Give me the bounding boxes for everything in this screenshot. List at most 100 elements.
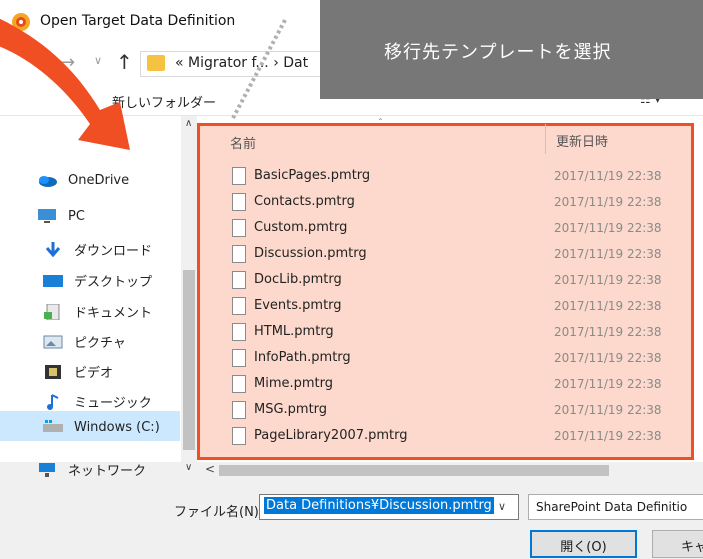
sidebar-item-desktop[interactable]: デスクトップ [42, 271, 152, 290]
sidebar-item-documents[interactable]: ドキュメント [42, 302, 152, 321]
sidebar-item-videos[interactable]: ビデオ [42, 362, 113, 381]
file-icon [232, 323, 246, 341]
file-date: 2017/11/19 22:38 [554, 195, 662, 209]
sidebar-item-label: OneDrive [68, 172, 130, 188]
address-overflow[interactable]: « [175, 55, 184, 71]
sidebar-item-label: ミュージック [74, 396, 152, 411]
file-icon [232, 401, 246, 419]
sidebar-item-windows-c[interactable]: Windows (C:) [42, 419, 160, 435]
breadcrumb-migrator[interactable]: Migrator f... [188, 55, 269, 71]
file-date: 2017/11/19 22:38 [554, 169, 662, 183]
sort-caret-icon: ˆ [378, 118, 383, 129]
file-name: PageLibrary2007.pmtrg [254, 428, 408, 443]
new-folder-button[interactable]: 新しいフォルダー [112, 92, 216, 111]
sidebar-item-onedrive[interactable]: OneDrive [36, 172, 129, 188]
file-name: Custom.pmtrg [254, 220, 348, 235]
address-bar[interactable]: « Migrator f... › Dat [140, 51, 340, 77]
breadcrumb-data[interactable]: Dat [283, 55, 308, 71]
sidebar-item-label: ネットワーク [68, 464, 147, 479]
sidebar-item-pc[interactable]: PC [36, 208, 85, 224]
sidebar-item-label: デスクトップ [74, 275, 153, 290]
cancel-button[interactable]: キャ [652, 530, 703, 558]
file-date: 2017/11/19 22:38 [554, 429, 662, 443]
sidebar-scroll-up-icon[interactable]: ∧ [185, 118, 192, 129]
sidebar-item-label: ピクチャ [74, 336, 126, 351]
file-name: MSG.pmtrg [254, 402, 328, 417]
sidebar-scroll-down-icon[interactable]: ∨ [185, 462, 192, 473]
sidebar-item-label: Windows (C:) [74, 419, 160, 435]
sidebar-item-downloads[interactable]: ダウンロード [42, 240, 152, 259]
file-date: 2017/11/19 22:38 [554, 377, 662, 391]
sidebar-item-pictures[interactable]: ピクチャ [42, 332, 126, 351]
sidebar-scrollbar-thumb[interactable] [183, 270, 195, 450]
column-header-date[interactable]: 更新日時 [556, 131, 608, 150]
desktop-icon [42, 273, 64, 289]
back-arrow-icon[interactable]: ← [30, 52, 45, 73]
file-icon [232, 297, 246, 315]
file-row[interactable]: BasicPages.pmtrg 2017/11/19 22:38 [232, 166, 682, 188]
filename-dropdown-chevron-icon[interactable]: ∨ [498, 500, 506, 513]
file-date: 2017/11/19 22:38 [554, 351, 662, 365]
file-name: InfoPath.pmtrg [254, 350, 351, 365]
column-divider[interactable] [545, 124, 546, 154]
forward-arrow-icon[interactable]: → [60, 52, 75, 73]
file-row[interactable]: Discussion.pmtrg 2017/11/19 22:38 [232, 244, 682, 266]
scroll-left-icon[interactable]: < [205, 462, 215, 476]
network-icon [36, 462, 58, 478]
folder-icon [147, 55, 165, 71]
file-date: 2017/11/19 22:38 [554, 325, 662, 339]
file-name: HTML.pmtrg [254, 324, 334, 339]
breadcrumb-separator: › [273, 55, 279, 71]
recent-locations-chevron-icon[interactable]: ∨ [94, 54, 102, 67]
video-icon [42, 364, 64, 380]
pictures-icon [42, 334, 64, 350]
sidebar-item-label: ビデオ [74, 366, 114, 381]
file-row[interactable]: Contacts.pmtrg 2017/11/19 22:38 [232, 192, 682, 214]
document-icon [42, 303, 64, 320]
file-row[interactable]: InfoPath.pmtrg 2017/11/19 22:38 [232, 348, 682, 370]
filename-value[interactable]: Data Definitions¥Discussion.pmtrg [264, 497, 494, 514]
horizontal-scrollbar-thumb[interactable] [219, 465, 609, 476]
file-date: 2017/11/19 22:38 [554, 247, 662, 261]
file-date: 2017/11/19 22:38 [554, 273, 662, 287]
file-row[interactable]: MSG.pmtrg 2017/11/19 22:38 [232, 400, 682, 422]
horizontal-scrollbar[interactable]: < [197, 462, 703, 479]
annotation-banner: 移行先テンプレートを選択 [320, 0, 703, 99]
filename-input[interactable]: Data Definitions¥Discussion.pmtrg [259, 494, 519, 520]
file-icon [232, 349, 246, 367]
download-arrow-icon [42, 241, 64, 258]
open-button[interactable]: 開く(O) [530, 530, 637, 558]
filetype-select[interactable]: SharePoint Data Definitio [528, 494, 703, 520]
file-name: DocLib.pmtrg [254, 272, 342, 287]
sidebar-item-label: PC [68, 208, 85, 224]
sidebar-item-music[interactable]: ミュージック [42, 392, 152, 411]
sidebar-item-label: ドキュメント [74, 306, 153, 321]
file-name: Events.pmtrg [254, 298, 342, 313]
file-row[interactable]: HTML.pmtrg 2017/11/19 22:38 [232, 322, 682, 344]
file-row[interactable]: PageLibrary2007.pmtrg 2017/11/19 22:38 [232, 426, 682, 448]
file-row[interactable]: Custom.pmtrg 2017/11/19 22:38 [232, 218, 682, 240]
drive-icon [42, 419, 64, 435]
window-title: Open Target Data Definition [40, 13, 236, 29]
file-date: 2017/11/19 22:38 [554, 221, 662, 235]
file-icon [232, 193, 246, 211]
file-name: BasicPages.pmtrg [254, 168, 371, 183]
file-date: 2017/11/19 22:38 [554, 403, 662, 417]
file-icon [232, 375, 246, 393]
file-row[interactable]: DocLib.pmtrg 2017/11/19 22:38 [232, 270, 682, 292]
column-header-name[interactable]: 名前 [230, 133, 256, 152]
sidebar-item-label: ダウンロード [74, 244, 153, 259]
file-name: Contacts.pmtrg [254, 194, 355, 209]
sidebar-item-network[interactable]: ネットワーク [36, 460, 146, 479]
file-row[interactable]: Events.pmtrg 2017/11/19 22:38 [232, 296, 682, 318]
computer-icon [36, 208, 58, 224]
file-icon [232, 427, 246, 445]
file-name: Discussion.pmtrg [254, 246, 367, 261]
filename-label: ファイル名(N): [174, 505, 264, 520]
app-icon [12, 13, 30, 31]
navigation-pane: OneDrive PC ダウンロード デスクトップ ドキュメント ピクチャ ビデ… [0, 116, 197, 479]
file-row[interactable]: Mime.pmtrg 2017/11/19 22:38 [232, 374, 682, 396]
file-icon [232, 219, 246, 237]
up-arrow-icon[interactable]: ↑ [116, 50, 133, 74]
file-icon [232, 245, 246, 263]
